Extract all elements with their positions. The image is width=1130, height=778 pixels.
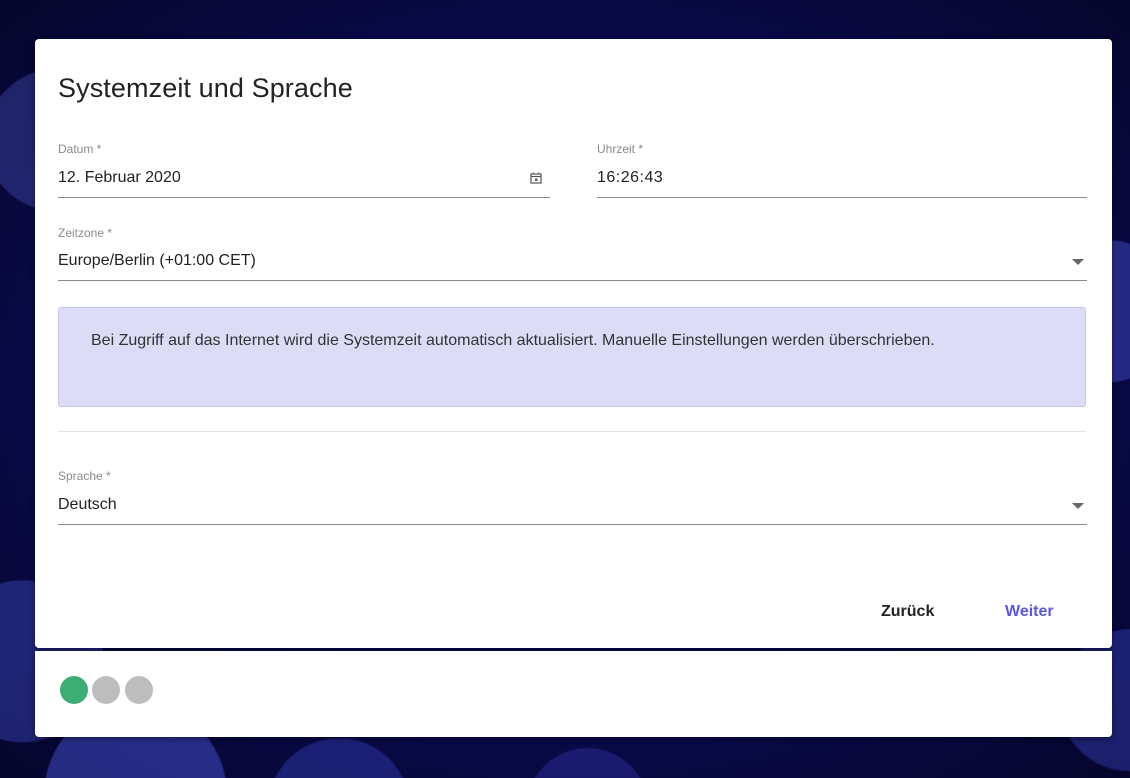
stepper-footer: [35, 651, 1112, 737]
next-button[interactable]: Weiter: [997, 597, 1062, 627]
language-select[interactable]: Sprache * Deutsch: [58, 469, 1087, 525]
timezone-value[interactable]: Europe/Berlin (+01:00 CET): [58, 252, 256, 270]
step-2-pending-dot: [92, 676, 120, 704]
info-text: Bei Zugriff auf das Internet wird die Sy…: [91, 332, 935, 349]
date-field[interactable]: Datum * 12. Februar 2020: [58, 142, 550, 198]
step-1-completed-dot: [60, 676, 88, 704]
date-field-value[interactable]: 12. Februar 2020: [58, 169, 181, 187]
date-field-label: Datum *: [58, 142, 102, 156]
calendar-icon[interactable]: [530, 172, 542, 184]
timezone-dropdown-arrow-icon[interactable]: [1072, 259, 1084, 265]
info-box: Bei Zugriff auf das Internet wird die Sy…: [58, 307, 1086, 407]
time-field[interactable]: Uhrzeit * 16:26:43: [597, 142, 1087, 198]
language-value[interactable]: Deutsch: [58, 496, 117, 514]
dialog-title: Systemzeit und Sprache: [58, 73, 353, 103]
language-dropdown-arrow-icon[interactable]: [1072, 503, 1084, 509]
time-field-label: Uhrzeit *: [597, 142, 644, 156]
divider: [58, 431, 1086, 432]
back-button[interactable]: Zurück: [873, 597, 942, 627]
language-label: Sprache *: [58, 469, 111, 483]
timezone-select[interactable]: Zeitzone * Europe/Berlin (+01:00 CET): [58, 226, 1087, 281]
time-field-value[interactable]: 16:26:43: [597, 169, 663, 187]
timezone-label: Zeitzone *: [58, 226, 113, 240]
step-3-pending-dot: [125, 676, 153, 704]
settings-dialog: Systemzeit und Sprache Datum * 12. Febru…: [35, 39, 1112, 648]
